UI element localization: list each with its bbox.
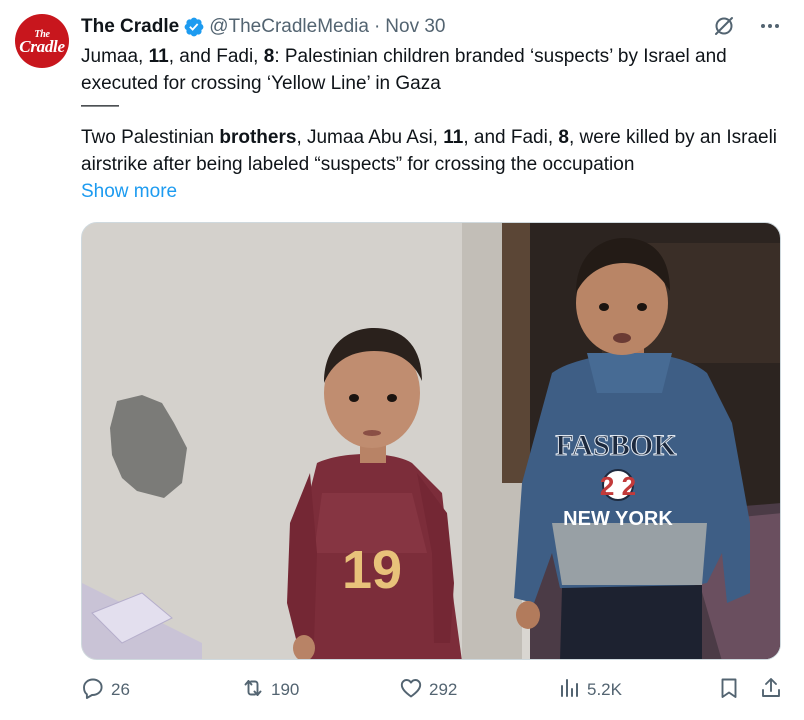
tweet-card[interactable]: The Cradle The Cradle @TheCradleMedia · … xyxy=(0,0,804,720)
shirt-number: 19 xyxy=(342,540,402,600)
tweet-headline: Jumaa, 11, and Fadi, 8: Palestinian chil… xyxy=(81,46,727,94)
tweet-photo[interactable]: 19 FASBOK 2 2 NEW YORK xyxy=(81,222,781,660)
header-separator: · xyxy=(373,16,381,37)
avatar-logo: The Cradle xyxy=(19,29,65,56)
like-button[interactable]: 292 xyxy=(399,676,457,705)
hoodie-city: NEW YORK xyxy=(563,508,673,530)
tweet-text: Jumaa, 11, and Fadi, 8: Palestinian chil… xyxy=(81,43,791,205)
tweet-date[interactable]: Nov 30 xyxy=(385,16,445,38)
author-handle[interactable]: @TheCradleMedia xyxy=(209,16,369,38)
heart-icon xyxy=(399,676,423,705)
more-icon[interactable] xyxy=(758,14,782,38)
header-actions xyxy=(712,14,782,38)
tweet-header: The Cradle @TheCradleMedia · Nov 30 xyxy=(81,14,445,40)
views-button[interactable]: 5.2K xyxy=(557,676,622,705)
avatar[interactable]: The Cradle xyxy=(15,14,69,68)
repost-count: 190 xyxy=(271,680,300,699)
views-count: 5.2K xyxy=(587,680,622,699)
repost-icon xyxy=(241,676,265,705)
tweet-body: Two Palestinian brothers, Jumaa Abu Asi,… xyxy=(81,127,778,175)
reply-button[interactable]: 26 xyxy=(81,676,130,705)
verified-badge-icon[interactable] xyxy=(183,16,205,38)
text-separator: —— xyxy=(81,95,119,116)
reply-count: 26 xyxy=(111,680,130,699)
display-name[interactable]: The Cradle xyxy=(81,16,179,38)
repost-button[interactable]: 190 xyxy=(241,676,299,705)
hoodie-brand: FASBOK xyxy=(555,429,677,462)
grok-icon[interactable] xyxy=(712,14,736,38)
bookmark-icon xyxy=(717,676,741,705)
show-more-link[interactable]: Show more xyxy=(81,181,177,202)
tweet-actions: 26 190 292 5.2K xyxy=(81,676,785,704)
share-icon xyxy=(759,676,783,705)
hoodie-year: 2 2 xyxy=(600,471,636,501)
bookmark-button[interactable] xyxy=(717,676,741,705)
like-count: 292 xyxy=(429,680,458,699)
reply-icon xyxy=(81,676,105,705)
views-icon xyxy=(557,676,581,705)
share-button[interactable] xyxy=(759,676,783,705)
